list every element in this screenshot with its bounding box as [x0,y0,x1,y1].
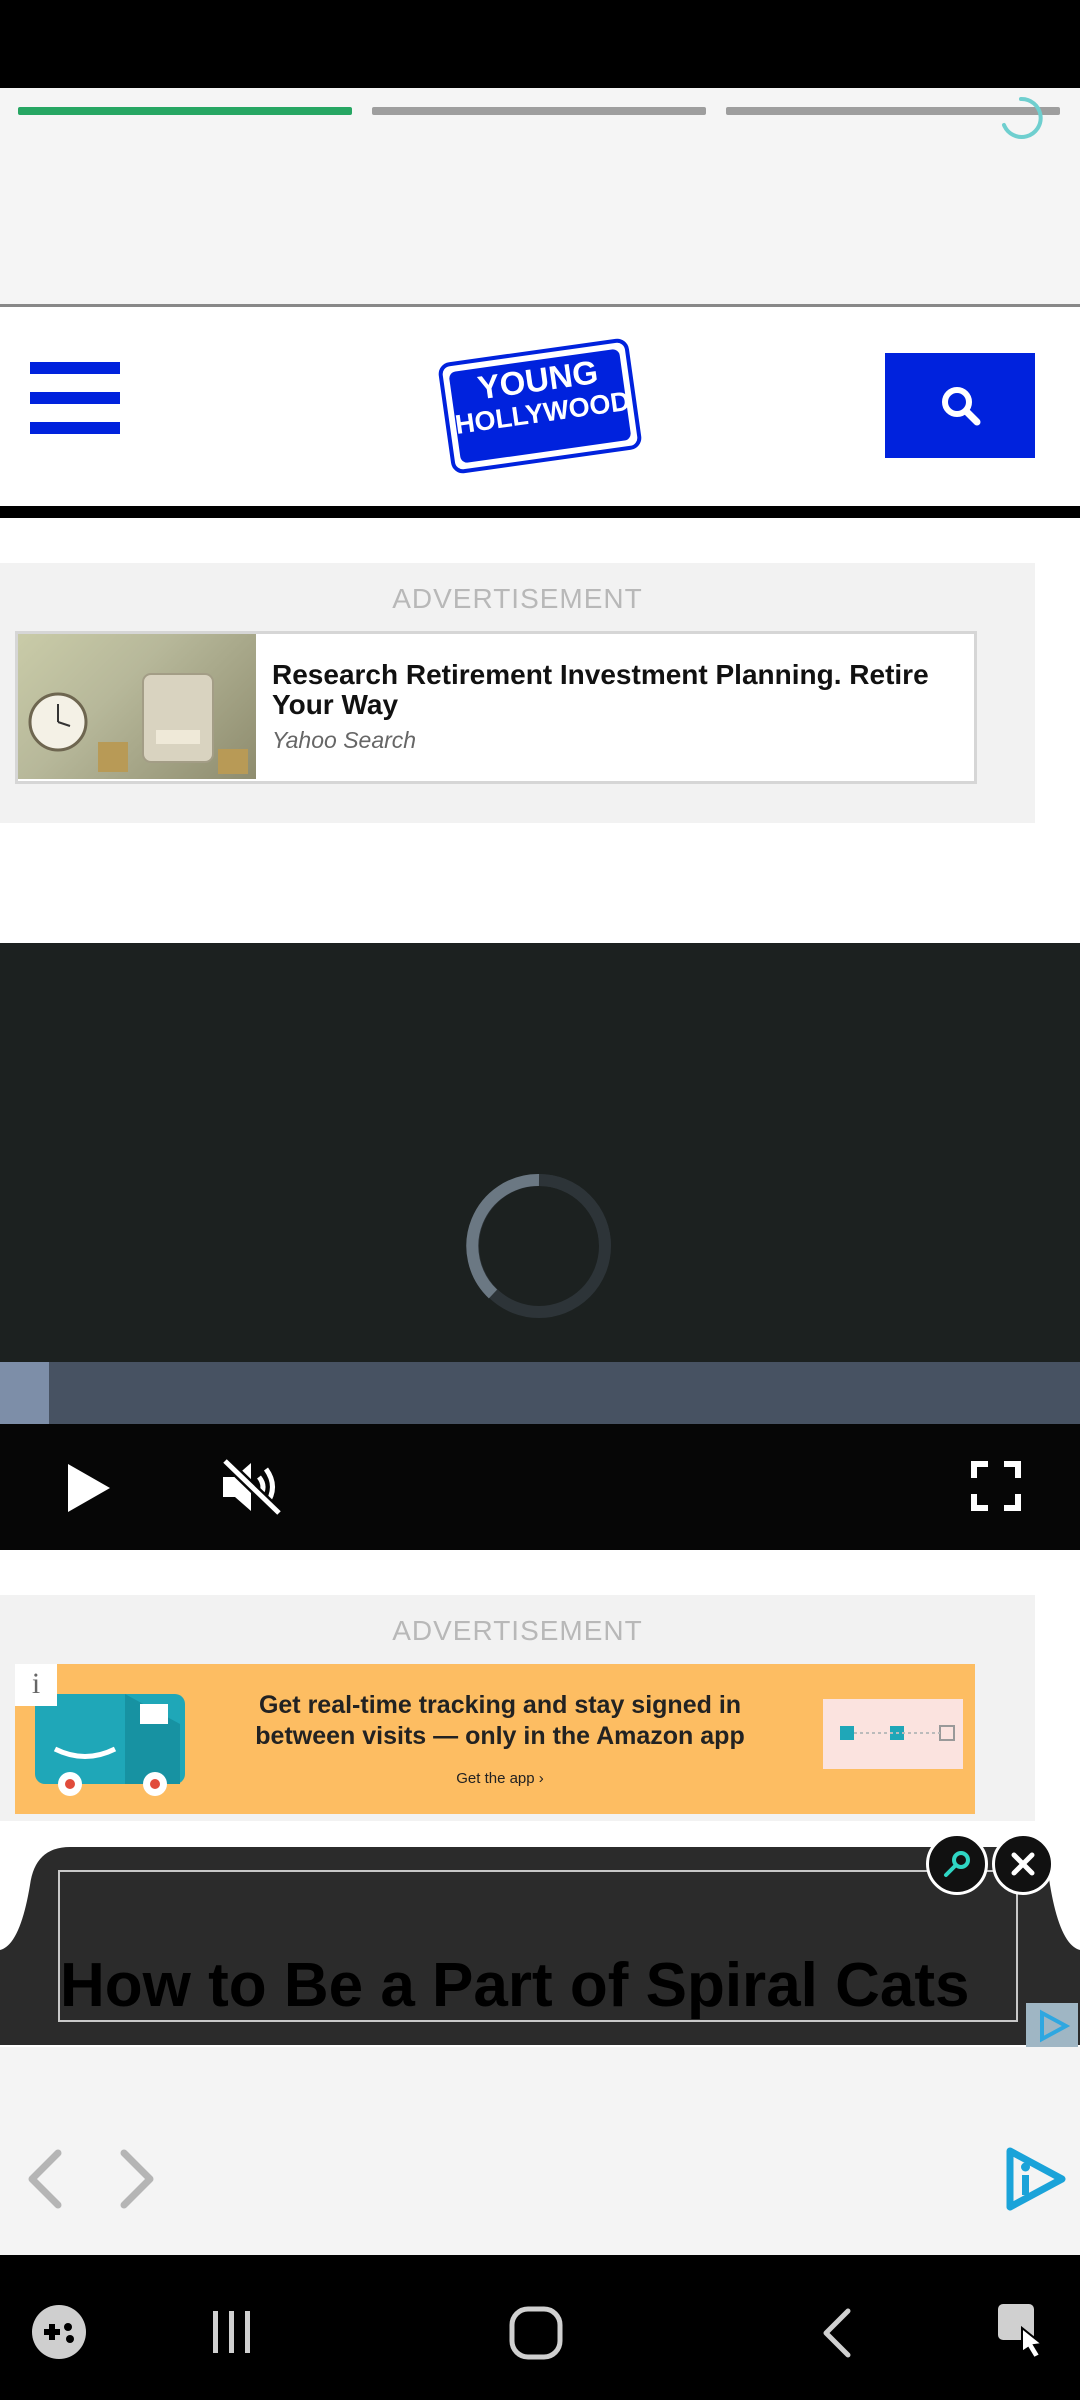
video-loading-spinner-icon [466,1173,611,1318]
play-icon[interactable] [64,1460,114,1516]
pin-icon [944,1851,970,1877]
status-bar [0,0,1080,88]
recent-apps-icon[interactable] [207,2307,257,2357]
video-controls-bar [0,1424,1080,1550]
close-button[interactable] [992,1833,1054,1895]
ad-headline-line-1: Get real-time tracking and stay signed i… [258,1691,742,1719]
ad-headline-line-2: between visits — only in the Amazon app [255,1722,745,1750]
ad-choices-icon[interactable] [1026,2003,1078,2049]
volume-muted-icon[interactable] [219,1455,285,1519]
carousel-nav-bar [0,2047,1080,2255]
game-launcher-icon[interactable] [30,2303,88,2361]
fullscreen-icon[interactable] [970,1460,1022,1512]
next-arrow-icon[interactable] [112,2147,162,2211]
search-icon [942,387,981,426]
ad-thumbnail-image [18,634,256,779]
close-icon [1011,1852,1035,1876]
ad-label: ADVERTISEMENT [392,1615,643,1646]
home-icon[interactable] [508,2305,564,2361]
ad-info-icon[interactable]: i [15,1664,57,1706]
hamburger-icon [30,362,120,374]
ad-label: ADVERTISEMENT [392,583,643,614]
story-progress-segment-2 [372,107,706,115]
system-nav-bar [0,2255,1080,2400]
story-header [0,88,1080,306]
player-brand-icon[interactable] [1000,2145,1068,2213]
video-progress-bar[interactable] [0,1362,1080,1424]
ad-source: Yahoo Search [272,727,417,753]
story-progress-segment-1 [18,107,352,115]
loading-spinner-icon [1002,96,1043,139]
search-button[interactable] [885,353,1035,458]
hamburger-icon-bar [30,392,120,404]
video-progress-fill [0,1362,49,1424]
accessibility-icon[interactable] [994,2300,1050,2362]
pin-button[interactable] [926,1833,988,1895]
hamburger-icon-bar [30,422,120,434]
header-divider [0,506,1080,518]
menu-button[interactable] [30,362,120,434]
ad-title[interactable]: Research Retirement Investment Planning.… [272,660,962,720]
previous-arrow-icon[interactable] [20,2147,70,2211]
overlay-title[interactable]: How to Be a Part of Spiral Cats [60,1950,970,2021]
back-icon[interactable] [818,2305,858,2361]
ad-cta-link[interactable]: Get the app › [250,1770,750,1787]
